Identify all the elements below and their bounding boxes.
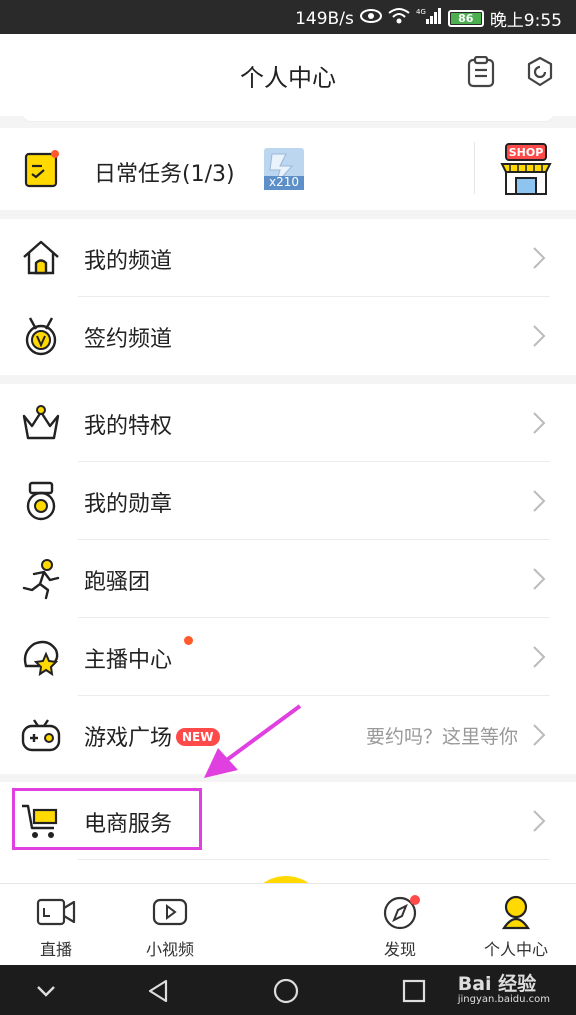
menu-item-my-channel[interactable]: 我的频道 <box>0 219 576 297</box>
network-speed: 149B/s <box>295 8 354 29</box>
signal-icon: 4G <box>416 7 442 30</box>
chevron-right-icon <box>532 567 546 591</box>
compass-icon <box>380 894 420 930</box>
chevron-right-icon <box>532 489 546 513</box>
nav-short-video[interactable]: 小视频 <box>120 884 220 966</box>
reward-count: x210 <box>268 175 299 189</box>
clock: 晚上9:55 <box>489 11 562 31</box>
shop-label: SHOP <box>508 146 544 159</box>
chevron-right-icon <box>532 723 546 747</box>
home-circle-icon[interactable] <box>272 977 300 1005</box>
gamepad-icon <box>20 714 62 756</box>
runner-icon <box>20 558 62 600</box>
svg-text:4G: 4G <box>416 8 426 16</box>
menu-label: 跑骚团 <box>84 570 151 595</box>
baidu-watermark: Bai 经验 jingyan.baidu.com <box>458 969 550 1005</box>
menu-label: 我的特权 <box>84 414 173 439</box>
system-nav-bar: Bai 经验 jingyan.baidu.com <box>0 965 576 1015</box>
video-camera-icon <box>36 894 76 930</box>
profile-icon <box>496 894 536 930</box>
status-bar: 149B/s 4G 86 晚上9:55 <box>0 0 576 34</box>
menu-item-my-medals[interactable]: 我的勋章 <box>0 462 576 540</box>
daily-task-label: 日常任务(1/3) <box>94 162 235 187</box>
notification-dot <box>184 636 193 645</box>
nav-label: 小视频 <box>145 940 194 959</box>
menu-item-signed-channel[interactable]: 签约频道 <box>0 297 576 375</box>
back-icon[interactable] <box>144 977 172 1005</box>
battery-icon: 86 <box>447 10 484 27</box>
chevron-down-icon[interactable] <box>32 977 60 1005</box>
chevron-right-icon <box>532 411 546 435</box>
game-plaza-hint: 要约吗？这里等你 <box>365 726 518 748</box>
bottom-nav: 直播 小视频 发现 个人中心 <box>0 883 576 965</box>
reward-icon: x210 <box>264 148 304 190</box>
settings-icon[interactable] <box>524 56 558 90</box>
menu-label: 签约频道 <box>84 327 173 352</box>
chevron-right-icon <box>532 246 546 270</box>
channel-group: 我的频道 签约频道 <box>0 219 576 375</box>
menu-label: 主播中心 <box>84 648 173 673</box>
nav-label: 个人中心 <box>483 940 548 959</box>
home-icon <box>20 237 62 279</box>
nav-discover[interactable]: 发现 <box>350 884 450 966</box>
nav-label: 直播 <box>39 940 72 959</box>
menu-item-run-group[interactable]: 跑骚团 <box>0 540 576 618</box>
menu-item-streamer-center[interactable]: 主播中心 <box>0 618 576 696</box>
recents-icon[interactable] <box>400 977 428 1005</box>
header-strip <box>22 104 554 122</box>
star-chat-icon <box>20 636 62 678</box>
eye-icon <box>359 8 382 29</box>
play-icon <box>150 894 190 930</box>
highlight-box <box>12 788 202 850</box>
nav-label: 发现 <box>383 940 416 959</box>
chevron-right-icon <box>532 809 546 833</box>
game-plaza-label: 游戏广场 <box>84 726 173 751</box>
wifi-icon <box>388 7 410 30</box>
daily-task-card[interactable]: 日常任务(1/3) x210 SHOP <box>0 128 576 210</box>
watermark-brand: Bai 经验 <box>457 973 537 995</box>
crown-icon <box>20 402 62 444</box>
chevron-right-icon <box>532 324 546 348</box>
annotation-arrow <box>204 704 302 778</box>
divider <box>78 859 550 860</box>
medal-icon <box>20 315 62 357</box>
chevron-right-icon <box>532 645 546 669</box>
nav-live[interactable]: 直播 <box>6 884 106 966</box>
shop-icon[interactable]: SHOP <box>498 142 554 198</box>
menu-label: 我的勋章 <box>84 492 173 517</box>
watermark-url: jingyan.baidu.com <box>457 994 550 1005</box>
menu-item-my-privilege[interactable]: 我的特权 <box>0 384 576 462</box>
task-icon <box>24 150 60 192</box>
battery-level: 86 <box>450 13 481 24</box>
clipboard-icon[interactable] <box>466 55 500 90</box>
divider <box>474 142 475 194</box>
badge-icon <box>20 480 62 522</box>
menu-label: 我的频道 <box>84 249 173 274</box>
nav-profile[interactable]: 个人中心 <box>466 884 566 966</box>
profile-page: 149B/s 4G 86 晚上9:55 个人中心 日常任务(1/3) x210 … <box>0 0 576 1015</box>
